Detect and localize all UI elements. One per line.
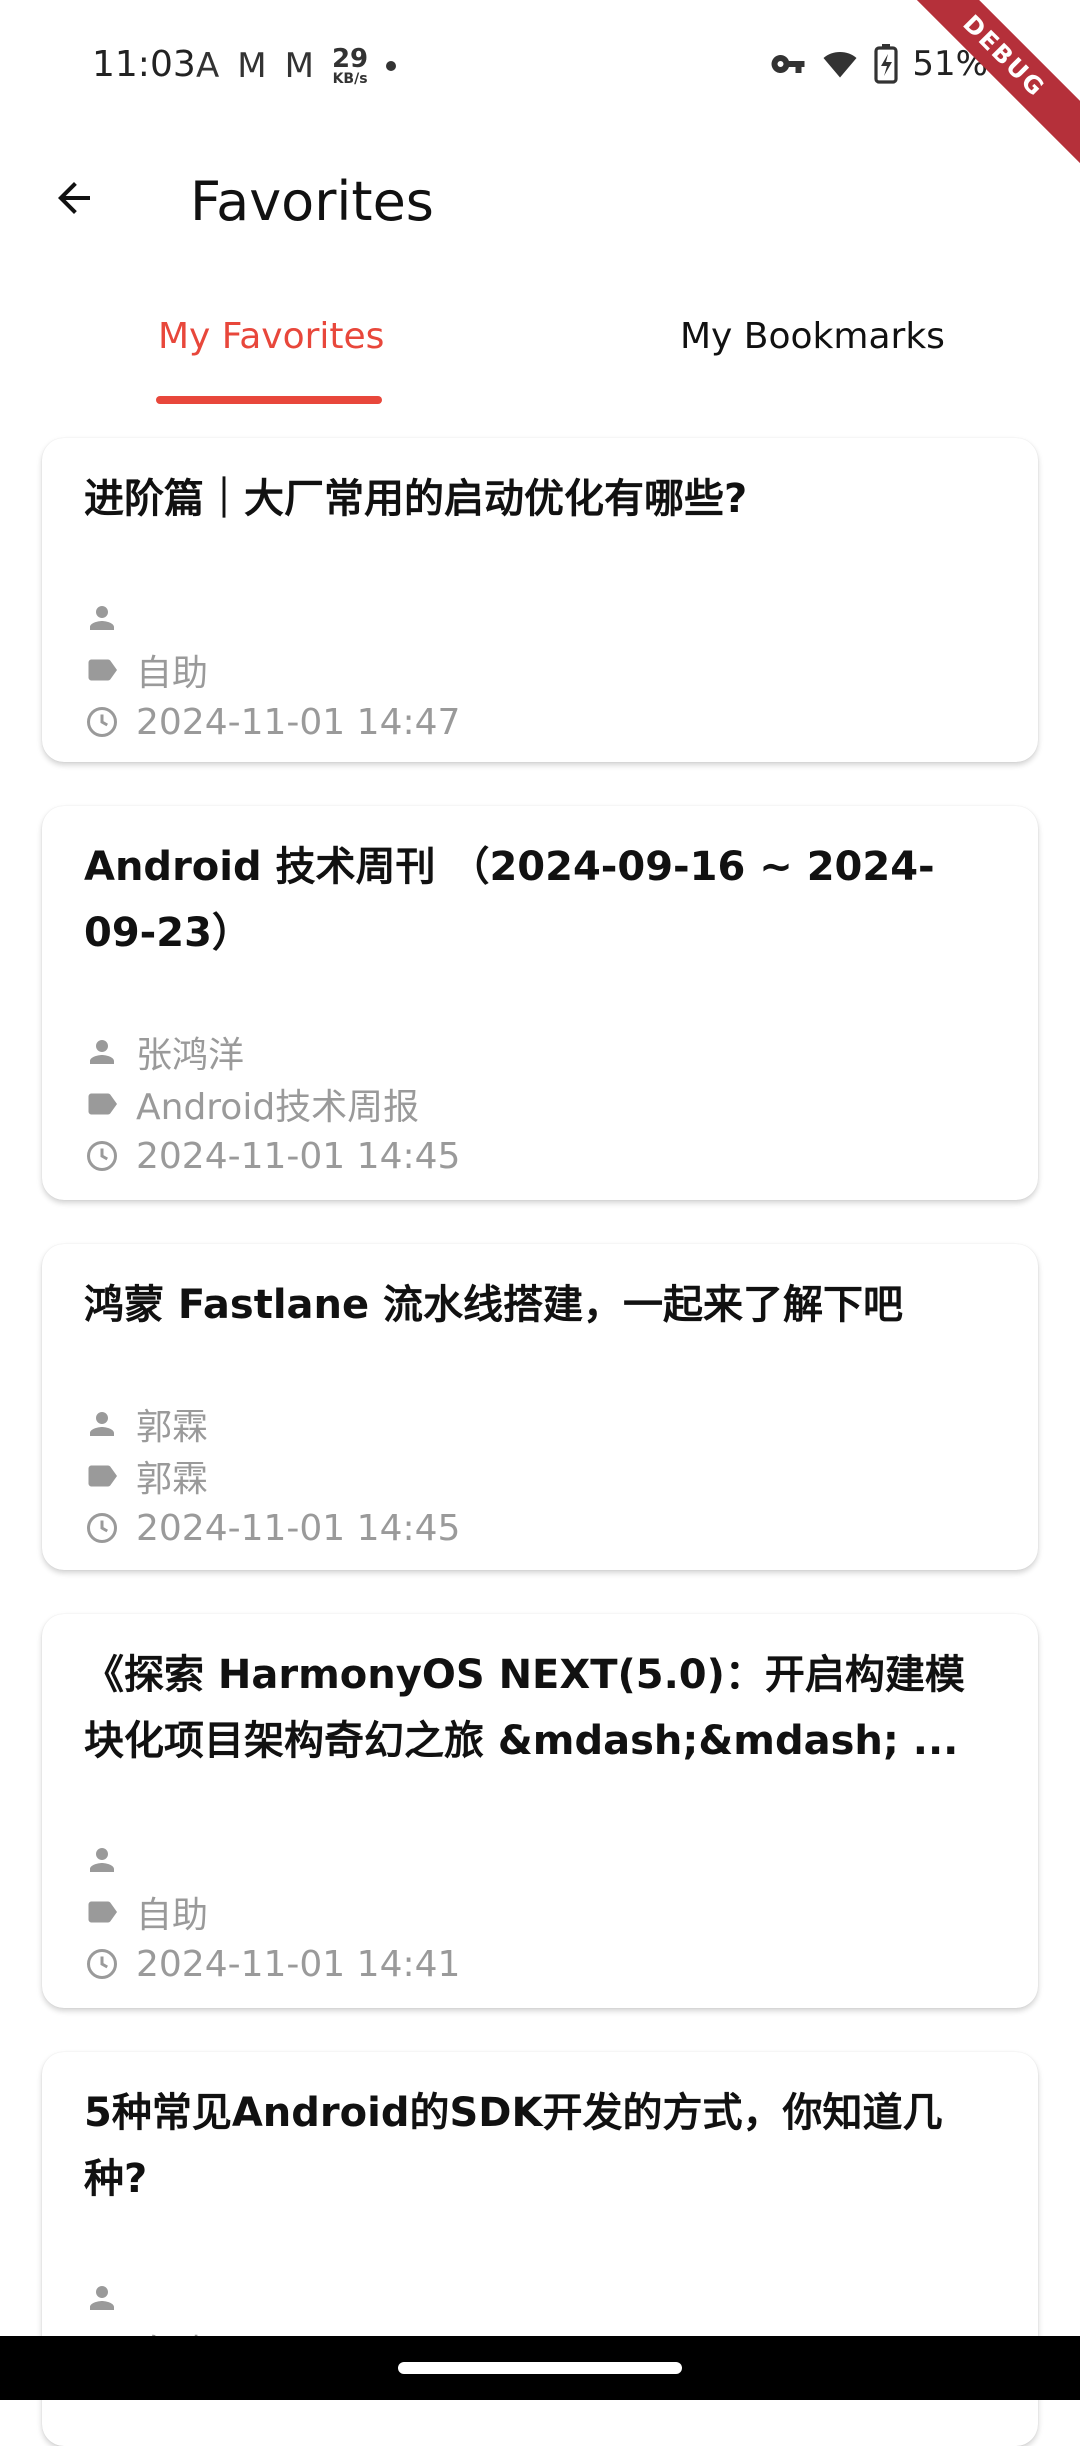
tab-bar: My Favorites My Bookmarks	[0, 290, 1080, 404]
article-card[interactable]: Android 技术周刊 （2024-09-16 ~ 2024-09-23） 张…	[42, 806, 1038, 1200]
article-title: 鸿蒙 Fastlane 流水线搭建，一起来了解下吧	[84, 1282, 904, 1328]
tag-row: 自助	[84, 1886, 996, 1938]
battery-charging-icon	[874, 44, 899, 84]
article-author: 张鸿洋	[136, 1035, 245, 1076]
article-time: 2024-11-01 14:45	[136, 1135, 461, 1177]
tab-my-favorites[interactable]: My Favorites	[158, 316, 384, 357]
status-time: 11:03	[92, 44, 196, 85]
person-icon	[90, 1040, 114, 1064]
time-row: 2024-11-01 14:47	[84, 696, 996, 748]
clock-icon	[87, 707, 117, 737]
article-card[interactable]: 进阶篇｜大厂常用的启动优化有哪些? 自助 2024-11-01 14:47	[42, 438, 1038, 762]
article-tag: 自助	[136, 1895, 209, 1936]
tag-row: 自助	[84, 644, 996, 696]
system-icons: 51%	[770, 44, 988, 84]
author-row	[84, 1834, 996, 1886]
article-title: 进阶篇｜大厂常用的启动优化有哪些?	[84, 476, 748, 522]
label-icon	[88, 1465, 117, 1487]
network-speed-unit: KB/s	[332, 71, 368, 87]
article-card[interactable]: 鸿蒙 Fastlane 流水线搭建，一起来了解下吧 郭霖 郭霖 2024-11-…	[42, 1244, 1038, 1570]
author-row	[84, 2272, 996, 2324]
author-row: 郭霖	[84, 1398, 996, 1450]
article-time: 2024-11-01 14:41	[136, 1943, 461, 1985]
clock-icon	[87, 1513, 117, 1543]
person-icon	[90, 1848, 114, 1872]
person-icon	[90, 1412, 114, 1436]
article-tag: 自助	[136, 653, 209, 694]
app-notification-icon: A	[196, 46, 220, 86]
clock-icon	[87, 1141, 117, 1171]
gmail-icon: M	[284, 46, 314, 86]
arrow-back-icon	[58, 182, 90, 214]
wifi-icon	[823, 52, 857, 78]
system-navigation-bar	[0, 2336, 1080, 2400]
vpn-key-icon	[771, 55, 805, 73]
page-title: Favorites	[190, 170, 434, 233]
time-row: 2024-11-01 14:45	[84, 1502, 996, 1554]
label-icon	[88, 1901, 117, 1923]
article-title: 《探索 HarmonyOS NEXT(5.0)：开启构建模块化项目架构奇幻之旅 …	[84, 1652, 965, 1764]
article-card[interactable]: 《探索 HarmonyOS NEXT(5.0)：开启构建模块化项目架构奇幻之旅 …	[42, 1614, 1038, 2008]
network-speed-value: 29	[331, 44, 369, 74]
author-row	[84, 592, 996, 644]
article-time: 2024-11-01 14:47	[136, 701, 461, 743]
article-time: 2024-11-01 14:45	[136, 1507, 461, 1549]
home-gesture-handle[interactable]	[398, 2362, 682, 2374]
article-title: 5种常见Android的SDK开发的方式，你知道几种?	[84, 2090, 943, 2202]
more-notifications-dot-icon	[386, 61, 397, 71]
time-row: 2024-11-01 14:41	[84, 1938, 996, 1990]
tag-row: Android技术周报	[84, 1078, 996, 1130]
label-icon	[88, 1093, 117, 1115]
back-button[interactable]	[40, 164, 108, 232]
article-title: Android 技术周刊 （2024-09-16 ~ 2024-09-23）	[84, 844, 935, 956]
person-icon	[90, 2286, 114, 2310]
person-icon	[90, 606, 114, 630]
status-bar: 11:03 A M M 29 KB/s 51%	[0, 0, 1080, 134]
app-bar: Favorites	[0, 134, 1080, 274]
article-tag: 郭霖	[136, 1459, 209, 1500]
article-author: 郭霖	[136, 1407, 209, 1448]
network-speed: 29 KB/s	[332, 46, 368, 86]
gmail-icon: M	[237, 46, 267, 86]
author-row: 张鸿洋	[84, 1026, 996, 1078]
label-icon	[88, 659, 117, 681]
time-row: 2024-11-01 14:45	[84, 1130, 996, 1182]
tab-my-bookmarks[interactable]: My Bookmarks	[680, 316, 945, 357]
tab-indicator	[156, 396, 382, 404]
clock-icon	[87, 1949, 117, 1979]
article-tag: Android技术周报	[136, 1087, 420, 1128]
tag-row: 郭霖	[84, 1450, 996, 1502]
notification-icons: A M M 29 KB/s	[196, 44, 397, 88]
